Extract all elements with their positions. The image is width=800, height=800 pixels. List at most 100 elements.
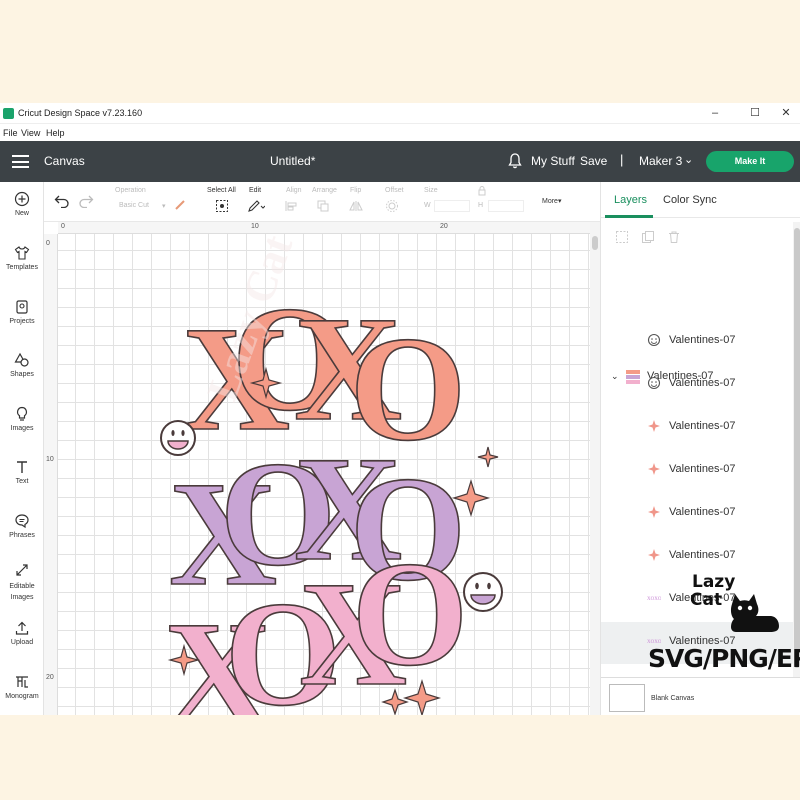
- layer-name: Valentines-07: [669, 549, 736, 561]
- minimize-button[interactable]: –: [705, 105, 725, 121]
- xoxo-letter[interactable]: O: [351, 530, 469, 698]
- maximize-button[interactable]: ☐: [745, 105, 765, 121]
- offset-icon[interactable]: [385, 199, 405, 213]
- panel-tabs: Layers Color Sync: [601, 182, 800, 218]
- my-stuff-link[interactable]: My Stuff: [531, 154, 575, 168]
- trash-icon[interactable]: [667, 230, 681, 244]
- offset-label: Offset: [385, 187, 404, 194]
- xoxo-design[interactable]: XOXOXOXOXOXO Lazy Cat: [58, 234, 590, 715]
- layer-tools: [615, 228, 685, 246]
- star-icon: [648, 549, 660, 561]
- layer-row[interactable]: Valentines-07: [601, 493, 793, 535]
- tool-label: New: [14, 210, 29, 217]
- layer-row[interactable]: Valentines-07: [601, 321, 793, 363]
- active-tab-indicator: [605, 215, 653, 218]
- tool-new[interactable]: New: [0, 191, 44, 217]
- menu-file[interactable]: File: [3, 128, 18, 138]
- tool-label: Upload: [10, 639, 34, 646]
- layer-name: Valentines-07: [669, 420, 736, 432]
- star-icon: [648, 506, 660, 518]
- align-icon[interactable]: [284, 200, 304, 212]
- header-separator: |: [620, 152, 624, 167]
- chevron-down-icon[interactable]: ▾: [162, 202, 166, 210]
- tool-projects[interactable]: Projects: [0, 299, 44, 325]
- select-all-icon[interactable]: [215, 199, 229, 213]
- tool-images[interactable]: Images: [0, 406, 44, 432]
- projects-icon: [16, 300, 28, 314]
- menu-bar: File View Help: [0, 125, 800, 141]
- tool-editable-images[interactable]: Editable Images: [0, 562, 44, 603]
- smiley-icon: [647, 333, 661, 347]
- ruler-mark: 0: [46, 240, 50, 247]
- upload-icon: [15, 621, 29, 635]
- sparkle-star-icon[interactable]: [477, 446, 499, 468]
- duplicate-icon[interactable]: [641, 230, 655, 244]
- redo-icon[interactable]: [78, 194, 94, 208]
- tool-label: Phrases: [9, 532, 35, 539]
- tab-color-sync[interactable]: Color Sync: [663, 194, 717, 206]
- width-input[interactable]: [434, 200, 470, 212]
- height-input[interactable]: [488, 200, 524, 212]
- width-label: W: [424, 202, 431, 209]
- title-bar: Cricut Design Space v7.23.160 – ☐ ✕: [0, 103, 800, 124]
- canvas-grid[interactable]: XOXOXOXOXOXO Lazy Cat: [58, 234, 590, 715]
- tool-shapes[interactable]: Shapes: [0, 352, 44, 378]
- smiley-icon[interactable]: [160, 420, 196, 456]
- canvas-area[interactable]: 0 10 20 0 10 20 XOXOXOXOXOXO Lazy Cat: [44, 222, 600, 715]
- group-icon[interactable]: [615, 230, 629, 244]
- flip-label: Flip: [350, 187, 362, 194]
- text-icon: [17, 461, 27, 473]
- tool-label: Projects: [9, 318, 35, 325]
- ruler-top: 0 10 20: [58, 222, 590, 234]
- ruler-mark: 10: [46, 456, 54, 463]
- menu-view[interactable]: View: [21, 128, 40, 138]
- select-all-label: Select All: [207, 187, 236, 194]
- ruler-mark: 20: [440, 223, 448, 230]
- document-title[interactable]: Untitled*: [270, 154, 315, 168]
- bell-icon[interactable]: [508, 153, 522, 169]
- canvas-scrollbar[interactable]: [590, 222, 600, 715]
- cricut-app-icon: [3, 108, 14, 119]
- tool-text[interactable]: Text: [0, 459, 44, 485]
- tool-upload[interactable]: Upload: [0, 620, 44, 646]
- menu-help[interactable]: Help: [46, 128, 65, 138]
- layer-name: Valentines-07: [669, 506, 736, 518]
- chevron-down-icon[interactable]: ⌄: [684, 153, 693, 166]
- tool-monogram[interactable]: Monogram: [0, 674, 44, 700]
- close-window-button[interactable]: ✕: [776, 105, 796, 121]
- lock-icon[interactable]: [478, 186, 486, 196]
- layer-row[interactable]: Valentines-07: [601, 450, 793, 492]
- left-toolbar: New Templates Projects Shapes Images Tex…: [0, 182, 44, 715]
- tool-templates[interactable]: Templates: [0, 245, 44, 271]
- shirt-icon: [14, 246, 30, 260]
- align-label: Align: [286, 187, 302, 194]
- smiley-icon[interactable]: [463, 572, 503, 612]
- lazy-cat-badge: Lazy Cat SVG/PNG/EPS: [640, 570, 800, 690]
- arrange-icon[interactable]: [316, 200, 338, 212]
- window-title: Cricut Design Space v7.23.160: [18, 108, 143, 118]
- tab-layers[interactable]: Layers: [614, 194, 647, 206]
- badge-formats: SVG/PNG/EPS: [648, 644, 800, 673]
- hamburger-menu-icon[interactable]: [12, 155, 29, 168]
- tool-phrases[interactable]: Phrases: [0, 513, 44, 539]
- layer-row[interactable]: Valentines-07: [601, 364, 793, 406]
- tool-label: Templates: [6, 264, 38, 271]
- operation-label: Operation: [115, 187, 146, 194]
- save-button[interactable]: Save: [580, 154, 607, 168]
- plus-circle-icon: [14, 191, 30, 207]
- arrange-label: Arrange: [312, 187, 337, 194]
- canvas-heading: Canvas: [44, 154, 85, 168]
- machine-selector[interactable]: Maker 3: [639, 154, 682, 168]
- smiley-icon: [647, 376, 661, 390]
- flip-icon[interactable]: [348, 200, 368, 212]
- operation-select[interactable]: Basic Cut: [119, 202, 149, 209]
- make-it-button[interactable]: Make It: [706, 151, 794, 172]
- height-label: H: [478, 202, 484, 209]
- undo-icon[interactable]: [54, 194, 70, 208]
- layer-row[interactable]: Valentines-07: [601, 407, 793, 449]
- layer-name: Valentines-07: [669, 377, 736, 389]
- tool-label: Monogram: [5, 693, 39, 700]
- edit-pencil-icon[interactable]: [247, 199, 265, 213]
- ruler-mark: 20: [46, 674, 54, 681]
- more-menu[interactable]: More▾: [542, 197, 561, 205]
